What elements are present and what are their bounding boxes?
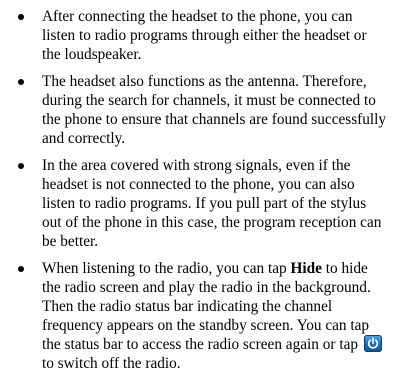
list-item: When listening to the radio, you can tap… — [16, 259, 388, 373]
item-text: After connecting the headset to the phon… — [42, 8, 367, 63]
hide-keyword: Hide — [290, 260, 322, 277]
power-off-icon — [364, 335, 383, 352]
item-text: The headset also functions as the antenn… — [42, 73, 387, 147]
item-text-before: When listening to the radio, you can tap — [42, 260, 291, 277]
list-item: In the area covered with strong signals,… — [16, 156, 388, 251]
item-text: In the area covered with strong signals,… — [42, 157, 382, 250]
item-text-after: to switch off the radio. — [42, 355, 181, 372]
instruction-list: After connecting the headset to the phon… — [16, 7, 388, 381]
list-item: The headset also functions as the antenn… — [16, 72, 388, 148]
bullet-icon — [18, 79, 24, 85]
list-item: After connecting the headset to the phon… — [16, 7, 388, 64]
bullet-icon — [18, 163, 24, 169]
bullet-icon — [18, 266, 24, 272]
bullet-icon — [18, 14, 24, 20]
